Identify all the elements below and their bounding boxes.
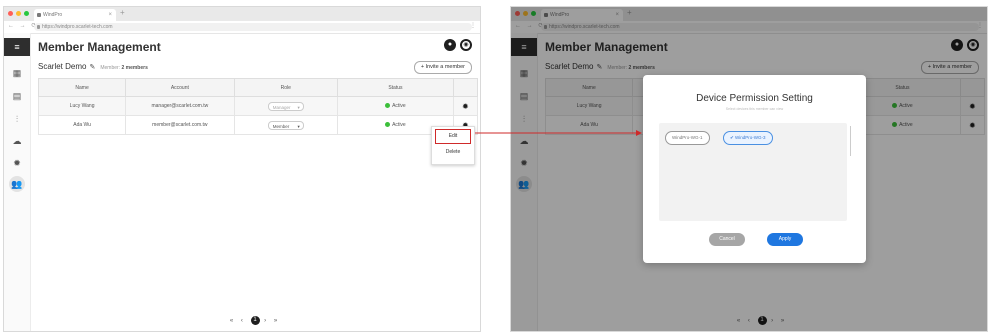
flow-arrow bbox=[475, 130, 642, 136]
